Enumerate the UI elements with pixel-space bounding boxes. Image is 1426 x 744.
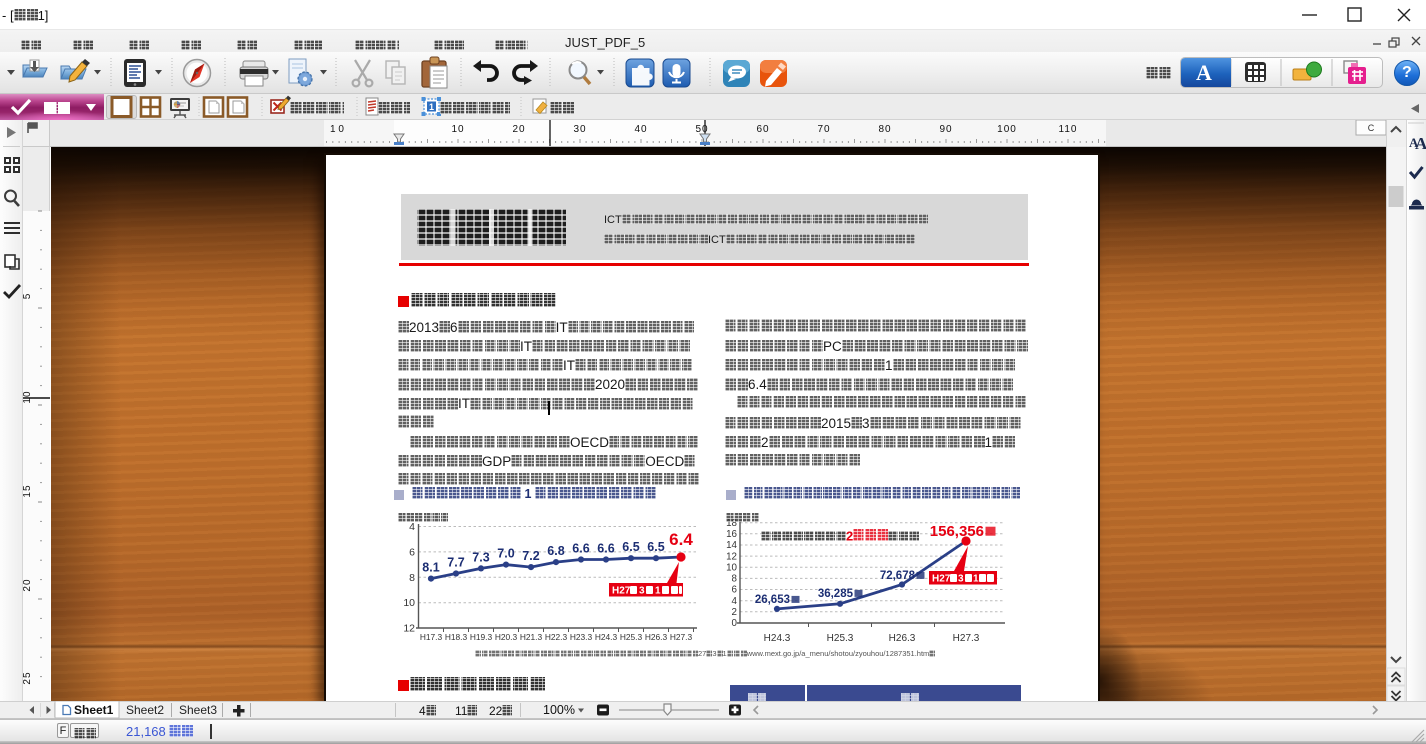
svg-text:2: 2: [732, 607, 737, 618]
svg-text:10: 10: [726, 563, 737, 574]
svg-text:H27: H27: [932, 574, 951, 585]
svg-text:Sheet3: Sheet3: [179, 703, 217, 717]
svg-text:H22.3: H22.3: [545, 632, 568, 642]
svg-text:6.5: 6.5: [647, 540, 664, 554]
svg-text:15: 15: [23, 484, 33, 497]
svg-text:80: 80: [878, 124, 891, 135]
svg-text:Sheet2: Sheet2: [126, 703, 164, 717]
svg-text:1 0: 1 0: [330, 124, 344, 135]
svg-text:H19.3: H19.3: [470, 632, 493, 642]
svg-text:20: 20: [512, 124, 525, 135]
svg-text:60: 60: [756, 124, 769, 135]
svg-text:6.8: 6.8: [547, 544, 564, 558]
svg-text:H26.3: H26.3: [645, 632, 668, 642]
svg-text:H26.3: H26.3: [889, 633, 916, 644]
svg-text:40: 40: [634, 124, 647, 135]
svg-text:7.2: 7.2: [522, 549, 539, 563]
svg-text:7.3: 7.3: [472, 550, 489, 564]
svg-text:90: 90: [939, 124, 952, 135]
svg-text:8: 8: [409, 572, 415, 584]
svg-text:156,356: 156,356: [930, 523, 984, 540]
svg-text:25: 25: [23, 671, 33, 684]
svg-text:10: 10: [403, 597, 415, 609]
svg-text:1: 1: [655, 586, 661, 597]
svg-text:3: 3: [958, 574, 964, 585]
svg-text:4: 4: [732, 596, 738, 607]
svg-text:6.4: 6.4: [669, 530, 693, 549]
svg-text:6.6: 6.6: [597, 542, 614, 556]
svg-text:14: 14: [726, 540, 737, 551]
svg-text:Sheet1: Sheet1: [74, 703, 114, 717]
svg-text:16: 16: [726, 529, 737, 540]
svg-text:A: A: [1415, 134, 1426, 153]
svg-text:36,285: 36,285: [818, 588, 854, 600]
svg-text:0: 0: [732, 618, 738, 629]
svg-text:72,678: 72,678: [880, 570, 916, 582]
svg-text:1: 1: [973, 574, 979, 585]
svg-text:8: 8: [732, 574, 738, 585]
svg-text:10: 10: [23, 390, 33, 403]
svg-text:6.5: 6.5: [622, 540, 639, 554]
svg-text:110: 110: [1059, 124, 1078, 135]
svg-text:26,653: 26,653: [755, 594, 790, 606]
svg-text:70: 70: [817, 124, 830, 135]
svg-text:100: 100: [997, 124, 1017, 135]
svg-text:6.6: 6.6: [572, 542, 589, 556]
svg-text:7.7: 7.7: [447, 556, 464, 570]
svg-text:H17.3: H17.3: [420, 632, 443, 642]
svg-text:7.0: 7.0: [497, 547, 514, 561]
svg-text:12: 12: [403, 623, 415, 635]
svg-text:H20.3: H20.3: [495, 632, 518, 642]
svg-text:C: C: [1368, 123, 1375, 133]
svg-text:6: 6: [732, 585, 738, 596]
svg-text:H18.3: H18.3: [445, 632, 468, 642]
svg-text:20: 20: [23, 578, 33, 591]
svg-text:100%: 100%: [543, 703, 575, 717]
svg-text:50: 50: [695, 124, 708, 135]
svg-text:H24.3: H24.3: [764, 633, 791, 644]
svg-text:H27.3: H27.3: [670, 632, 693, 642]
svg-text:H23.3: H23.3: [570, 632, 593, 642]
svg-text:3: 3: [639, 586, 645, 597]
svg-text:H24.3: H24.3: [595, 632, 618, 642]
svg-text:H25.3: H25.3: [827, 633, 854, 644]
svg-text:10: 10: [451, 124, 464, 135]
svg-text:H27: H27: [612, 586, 631, 597]
svg-text:12: 12: [726, 551, 737, 562]
svg-text:H21.3: H21.3: [520, 632, 543, 642]
svg-text:6: 6: [409, 546, 415, 558]
svg-text:H27.3: H27.3: [953, 633, 980, 644]
svg-text:1: 1: [429, 102, 434, 112]
svg-text:H25.3: H25.3: [620, 632, 643, 642]
svg-text:8.1: 8.1: [422, 561, 439, 575]
svg-text:30: 30: [573, 124, 586, 135]
svg-text:5: 5: [23, 293, 33, 300]
